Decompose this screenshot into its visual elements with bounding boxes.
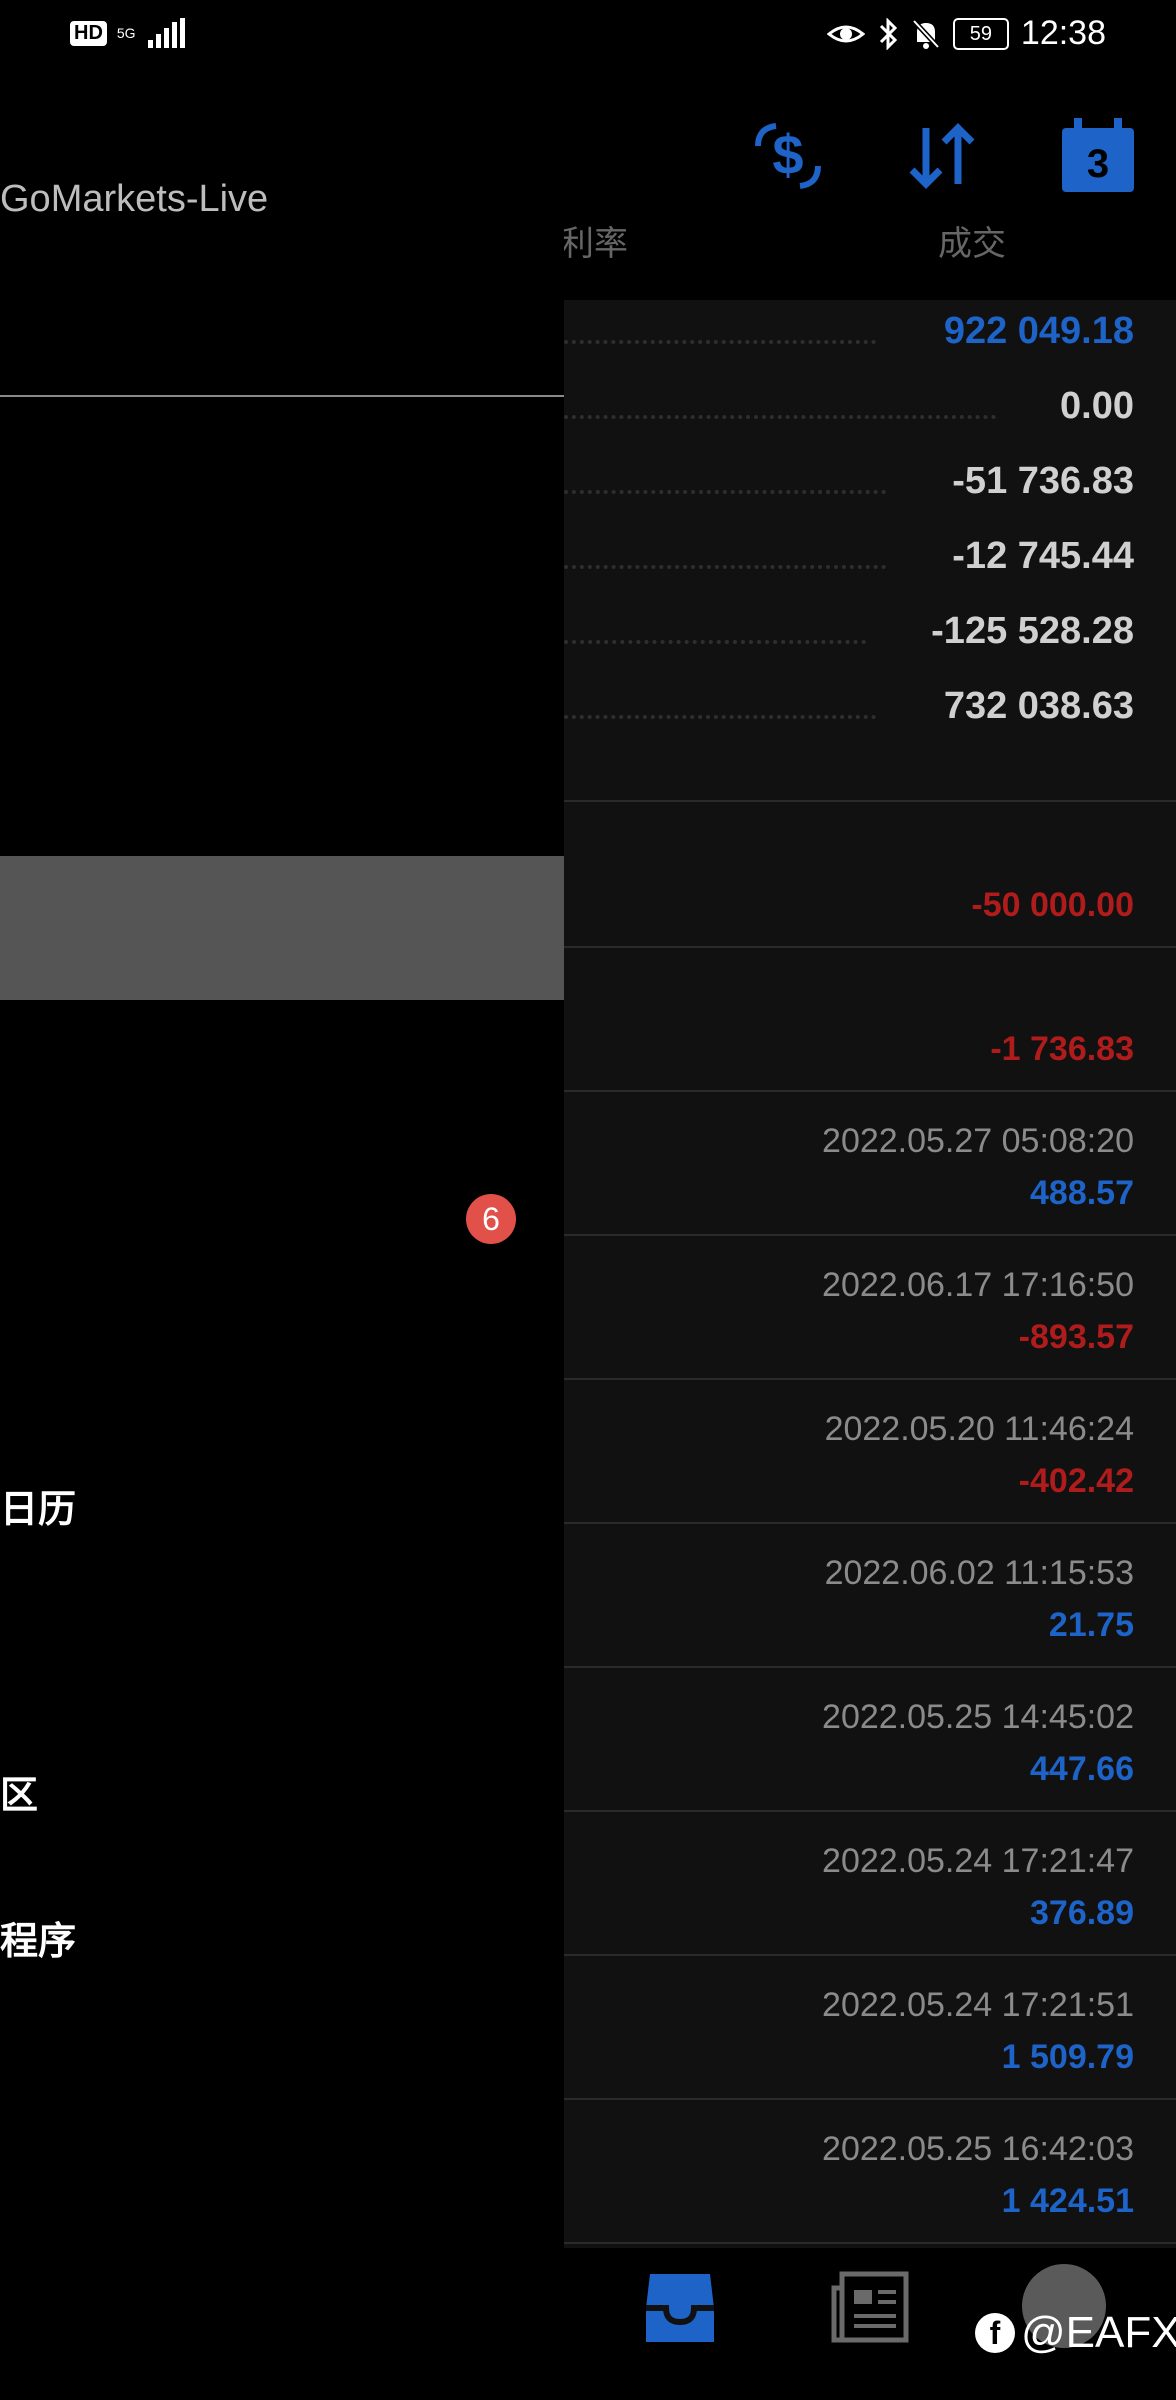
column-header-rate: 利率: [560, 225, 628, 263]
trade-date: 2022.05.20 11:46:24: [824, 1410, 1134, 1448]
drawer-divider: [0, 395, 564, 397]
calendar-day: 3: [1086, 142, 1110, 186]
trade-date: 2022.05.24 17:21:51: [822, 1986, 1134, 2024]
status-left: HD 5G: [70, 18, 186, 48]
trade-row[interactable]: 2022.05.24 17:21:47 376.89: [564, 1812, 1176, 1956]
network-type: 5G: [116, 25, 136, 41]
drawer-item-selected[interactable]: [0, 856, 564, 1000]
trade-date: 2022.06.02 11:15:53: [824, 1554, 1134, 1592]
summary-value: 732 038.63: [943, 685, 1134, 727]
battery-indicator: 59: [952, 17, 1009, 50]
news-icon[interactable]: [830, 2268, 910, 2348]
svg-text:$: $: [772, 123, 803, 186]
trade-row[interactable]: 2022.05.25 14:45:02 447.66: [564, 1668, 1176, 1812]
trade-profit: 447.66: [1030, 1750, 1134, 1788]
eye-icon: [826, 25, 865, 42]
drawer-item-apps[interactable]: 程序: [0, 1910, 76, 1965]
notification-badge: 6: [466, 1194, 516, 1244]
trade-profit: -402.42: [1018, 1462, 1134, 1500]
trade-profit: 488.57: [1030, 1174, 1134, 1212]
summary-value: -51 736.83: [952, 460, 1134, 502]
signal-icon: [147, 18, 185, 48]
trade-profit: 1 424.51: [1001, 2182, 1134, 2220]
summary-value: -12 745.44: [952, 535, 1134, 577]
trade-row[interactable]: 2022.05.27 05:08:20 488.57: [564, 1092, 1176, 1236]
sort-arrows-icon[interactable]: [902, 116, 982, 196]
divider: [564, 2242, 1176, 2244]
trade-row[interactable]: 2022.06.17 17:16:50 -893.57: [564, 1236, 1176, 1380]
trade-row[interactable]: 2022.05.25 16:42:03 1 424.51: [564, 2100, 1176, 2244]
summary-value: 0.00: [1060, 385, 1134, 427]
trade-date: 2022.05.25 14:45:02: [822, 1698, 1134, 1736]
adjustment-row[interactable]: -1 736.83: [564, 948, 1176, 1092]
status-bar: HD 5G 59 12:38: [0, 0, 1176, 72]
trade-date: 2022.05.24 17:21:47: [822, 1842, 1134, 1880]
trade-row[interactable]: 2022.05.20 11:46:24 -402.42: [564, 1380, 1176, 1524]
hd-indicator: HD: [70, 20, 107, 46]
adjustment-value: -1 736.83: [990, 1030, 1134, 1068]
navigation-drawer: GoMarkets-Live 6 日历 区 程序: [0, 72, 564, 2400]
trade-row[interactable]: 2022.06.02 11:15:53 21.75: [564, 1524, 1176, 1668]
dollar-exchange-icon[interactable]: $: [748, 116, 828, 196]
trade-date: 2022.05.27 05:08:20: [822, 1122, 1134, 1160]
trade-date: 2022.06.17 17:16:50: [822, 1266, 1134, 1304]
watermark-text: @EAFX: [1021, 2308, 1176, 2357]
trade-profit: 21.75: [1048, 1606, 1134, 1644]
inbox-icon[interactable]: [640, 2268, 720, 2348]
account-name[interactable]: GoMarkets-Live: [0, 178, 268, 221]
drawer-item-calendar[interactable]: 日历: [0, 1478, 76, 1533]
facebook-icon: f: [975, 2313, 1015, 2353]
trade-profit: 376.89: [1030, 1894, 1134, 1932]
status-right: 59 12:38: [826, 14, 1106, 53]
summary-value: -125 528.28: [931, 610, 1134, 652]
watermark: f @EAFX: [975, 2308, 1176, 2358]
trade-profit: 1 509.79: [1001, 2038, 1134, 2076]
bluetooth-icon: [879, 17, 898, 50]
trade-date: 2022.05.25 16:42:03: [822, 2130, 1134, 2168]
trade-row[interactable]: 2022.05.24 17:21:51 1 509.79: [564, 1956, 1176, 2100]
summary-value: 922 049.18: [943, 310, 1134, 352]
adjustment-value: -50 000.00: [971, 886, 1134, 924]
column-header-volume: 成交: [938, 225, 1006, 263]
bell-off-icon: [912, 18, 940, 49]
adjustment-row[interactable]: -50 000.00: [564, 802, 1176, 946]
drawer-item-community[interactable]: 区: [0, 1764, 38, 1819]
trade-profit: -893.57: [1018, 1318, 1134, 1356]
clock: 12:38: [1020, 14, 1106, 52]
